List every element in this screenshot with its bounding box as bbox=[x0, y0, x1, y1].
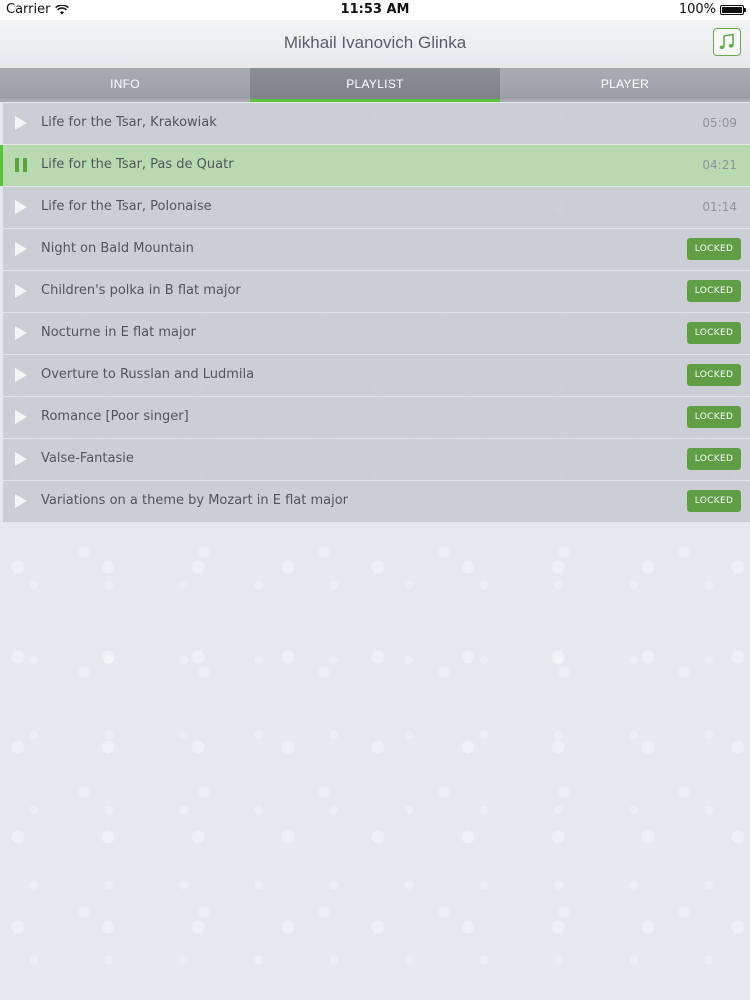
tab-bar: INFO PLAYLIST PLAYER bbox=[0, 68, 750, 102]
tab-playlist[interactable]: PLAYLIST bbox=[250, 68, 500, 102]
track-row-playing[interactable]: Life for the Tsar, Pas de Quatr 04:21 bbox=[0, 145, 750, 187]
header: Mikhail Ivanovich Glinka bbox=[0, 20, 750, 69]
play-icon[interactable] bbox=[15, 284, 29, 298]
track-row[interactable]: Valse-Fantasie LOCKED bbox=[3, 439, 750, 481]
play-icon[interactable] bbox=[15, 410, 29, 424]
play-icon[interactable] bbox=[15, 326, 29, 340]
locked-badge[interactable]: LOCKED bbox=[687, 364, 741, 386]
locked-badge[interactable]: LOCKED bbox=[687, 322, 741, 344]
track-title: Valse-Fantasie bbox=[41, 451, 134, 466]
locked-badge[interactable]: LOCKED bbox=[687, 490, 741, 512]
track-row[interactable]: Variations on a theme by Mozart in E fla… bbox=[3, 481, 750, 523]
track-duration: 05:09 bbox=[702, 116, 737, 130]
play-icon[interactable] bbox=[15, 200, 29, 214]
track-row[interactable]: Life for the Tsar, Krakowiak 05:09 bbox=[3, 103, 750, 145]
track-title: Romance [Poor singer] bbox=[41, 409, 189, 424]
tab-info[interactable]: INFO bbox=[0, 68, 250, 102]
track-row[interactable]: Life for the Tsar, Polonaise 01:14 bbox=[3, 187, 750, 229]
battery-label: 100% bbox=[678, 2, 716, 17]
battery-icon bbox=[720, 4, 746, 15]
status-time: 11:53 AM bbox=[340, 2, 410, 17]
track-title: Overture to Russlan and Ludmila bbox=[41, 367, 255, 382]
status-right: 100% bbox=[678, 2, 746, 17]
track-title: Night on Bald Mountain bbox=[41, 241, 194, 256]
playlist: Life for the Tsar, Krakowiak 05:09 Life … bbox=[0, 103, 750, 523]
play-icon[interactable] bbox=[15, 368, 29, 382]
tab-player[interactable]: PLAYER bbox=[500, 68, 750, 102]
locked-badge[interactable]: LOCKED bbox=[687, 280, 741, 302]
play-icon[interactable] bbox=[15, 494, 29, 508]
play-icon[interactable] bbox=[15, 116, 29, 130]
track-title: Life for the Tsar, Pas de Quatr bbox=[41, 157, 234, 172]
track-row[interactable]: Romance [Poor singer] LOCKED bbox=[3, 397, 750, 439]
track-title: Life for the Tsar, Polonaise bbox=[41, 199, 212, 214]
track-title: Life for the Tsar, Krakowiak bbox=[41, 115, 217, 130]
locked-badge[interactable]: LOCKED bbox=[687, 448, 741, 470]
track-row[interactable]: Children's polka in B flat major LOCKED bbox=[3, 271, 750, 313]
locked-badge[interactable]: LOCKED bbox=[687, 238, 741, 260]
track-duration: 01:14 bbox=[702, 200, 737, 214]
play-icon[interactable] bbox=[15, 452, 29, 466]
track-title: Variations on a theme by Mozart in E fla… bbox=[41, 493, 348, 508]
pause-icon[interactable] bbox=[15, 158, 29, 172]
track-title: Children's polka in B flat major bbox=[41, 283, 241, 298]
track-row[interactable]: Night on Bald Mountain LOCKED bbox=[3, 229, 750, 271]
status-bar: Carrier 11:53 AM 100% bbox=[0, 0, 750, 20]
track-duration: 04:21 bbox=[702, 158, 737, 172]
locked-badge[interactable]: LOCKED bbox=[687, 406, 741, 428]
track-title: Nocturne in E flat major bbox=[41, 325, 196, 340]
page-title: Mikhail Ivanovich Glinka bbox=[283, 33, 467, 52]
track-row[interactable]: Overture to Russlan and Ludmila LOCKED bbox=[3, 355, 750, 397]
music-note-icon bbox=[719, 33, 734, 50]
track-row[interactable]: Nocturne in E flat major LOCKED bbox=[3, 313, 750, 355]
play-icon[interactable] bbox=[15, 242, 29, 256]
music-button[interactable] bbox=[713, 28, 741, 56]
